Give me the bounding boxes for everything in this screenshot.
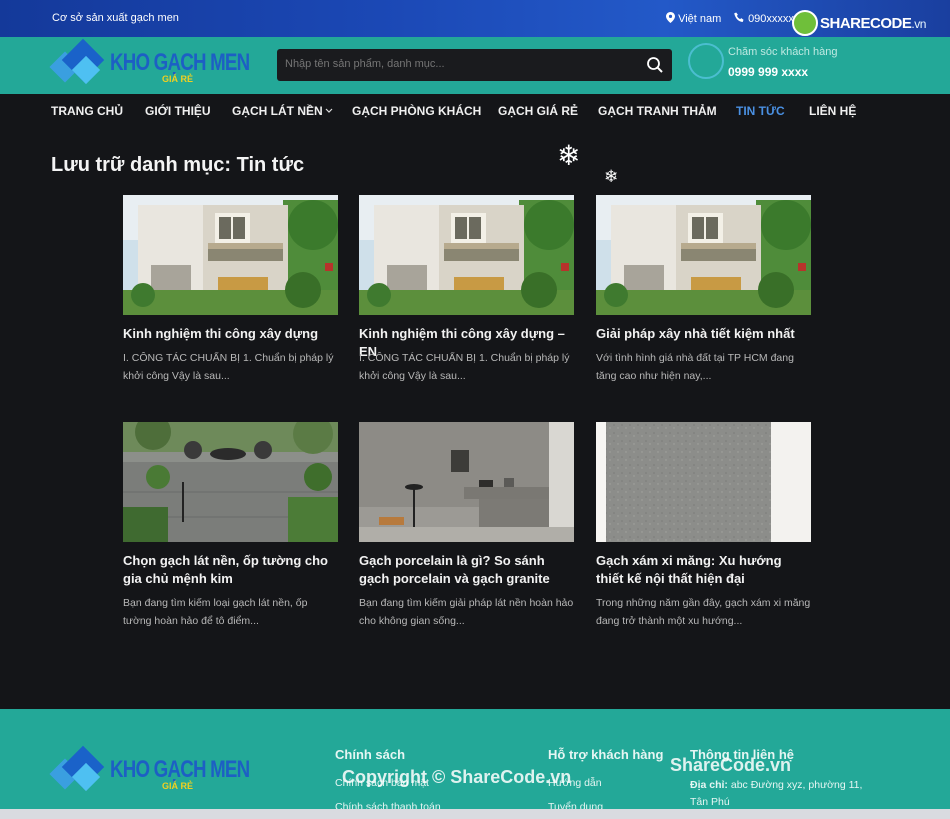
phone-icon (734, 12, 744, 22)
nav-item-contact[interactable]: LIÊN HỆ (809, 104, 856, 118)
nav-item-living-room-tiles[interactable]: GẠCH PHÒNG KHÁCH (352, 104, 481, 118)
house-icon[interactable] (359, 195, 574, 315)
footer-address-label: Địa chỉ: (690, 779, 728, 791)
post-title[interactable]: Gạch porcelain là gì? So sánh gạch porce… (359, 552, 574, 588)
customer-care-label: Chăm sóc khách hàng (728, 46, 838, 58)
customer-care-icon (688, 43, 724, 79)
nav-item-carpet-tiles[interactable]: GẠCH TRANH THẢM (598, 104, 717, 118)
search-bar (277, 49, 672, 81)
patio-icon[interactable] (123, 422, 338, 542)
search-icon (647, 57, 663, 73)
house-icon[interactable] (123, 195, 338, 315)
post-title[interactable]: Gạch xám xi măng: Xu hướng thiết kế nội … (596, 552, 811, 588)
language-link[interactable]: Việt nam (666, 12, 721, 25)
nav-item-home[interactable]: TRANG CHỦ (51, 104, 123, 118)
nav-item-label: GẠCH LÁT NỀN (232, 104, 323, 118)
post-title[interactable]: Giải pháp xây nhà tiết kiệm nhất (596, 325, 811, 343)
main-nav: TRANG CHỦ GIỚI THIỆU GẠCH LÁT NỀN GẠCH P… (0, 94, 950, 130)
watermark-domain: .vn (911, 17, 926, 31)
post-card[interactable]: Gạch porcelain là gì? So sánh gạch porce… (359, 422, 574, 632)
page-title: Lưu trữ danh mục: Tin tức (51, 154, 305, 176)
post-excerpt: Bạn đang tìm kiếm loại gạch lát nền, ốp … (123, 597, 308, 627)
snowflake-icon: ❄ (557, 140, 581, 171)
logo-subtext: GIÁ RẺ (162, 74, 194, 84)
site-header: KHO GẠCH MEN GIÁ RẺ Chăm sóc khách hàng … (0, 37, 950, 94)
post-excerpt: I. CÔNG TÁC CHUẨN BỊ 1. Chuẩn bị pháp lý… (359, 352, 570, 382)
top-bar: Cơ sở sản xuất gạch men Việt nam 090xxxx… (0, 0, 950, 37)
post-title[interactable]: Kinh nghiệm thi công xây dựng (123, 325, 338, 343)
post-excerpt: Bạn đang tìm kiếm giải pháp lát nền hoàn… (359, 597, 574, 627)
location-pin-icon (666, 12, 675, 23)
footer-logo-text: KHO GẠCH MEN (110, 756, 250, 783)
sharecode-logo-icon (792, 10, 818, 36)
post-card[interactable]: Gạch xám xi măng: Xu hướng thiết kế nội … (596, 422, 811, 632)
search-input[interactable] (285, 58, 625, 70)
search-button[interactable] (644, 54, 666, 76)
post-card[interactable]: Chọn gạch lát nền, ốp tường cho gia chủ … (123, 422, 338, 632)
footer-support-title: Hỗ trợ khách hàng (548, 747, 664, 762)
post-excerpt: Trong những năm gần đây, gạch xám xi măn… (596, 597, 811, 627)
tile-icon[interactable] (596, 422, 811, 542)
copyright-watermark: Copyright © ShareCode.vn (342, 767, 572, 787)
bathroom-icon[interactable] (359, 422, 574, 542)
nav-item-floor-tiles[interactable]: GẠCH LÁT NỀN (232, 104, 333, 118)
customer-care-phone[interactable]: 0999 999 xxxx (728, 65, 808, 79)
sharecode-watermark: SHARECODE.vn (792, 10, 942, 36)
post-excerpt: I. CÔNG TÁC CHUẨN BỊ 1. Chuẩn bị pháp lý… (123, 352, 334, 382)
chevron-down-icon (325, 108, 333, 113)
post-card[interactable]: Giải pháp xây nhà tiết kiệm nhất Với tìn… (596, 195, 811, 395)
post-title[interactable]: Chọn gạch lát nền, ốp tường cho gia chủ … (123, 552, 338, 588)
topbar-phone-label: 090xxxxx (748, 13, 794, 25)
nav-item-news[interactable]: TIN TỨC (736, 104, 785, 118)
logo-text: KHO GẠCH MEN (110, 49, 250, 76)
snowflake-icon: ❄ (604, 167, 619, 186)
site-footer: KHO GẠCH MEN GIÁ RẺ Chính sách Chính sác… (0, 709, 950, 819)
language-label: Việt nam (678, 13, 722, 25)
browser-bottom-strip (0, 809, 950, 819)
footer-policy-title: Chính sách (335, 747, 406, 762)
nav-item-about[interactable]: GIỚI THIỆU (145, 104, 211, 118)
footer-logo-subtext: GIÁ RẺ (162, 781, 194, 791)
footer-address: Địa chỉ: abc Đường xyz, phường 11, Tân P… (690, 777, 880, 811)
house-icon[interactable] (596, 195, 811, 315)
post-excerpt: Với tình hình giá nhà đất tại TP HCM đan… (596, 352, 794, 382)
topbar-phone[interactable]: 090xxxxx (734, 12, 794, 25)
post-card[interactable]: Kinh nghiệm thi công xây dựng – EN I. CÔ… (359, 195, 574, 395)
watermark-brand: SHARECODE (820, 15, 912, 32)
nav-item-cheap-tiles[interactable]: GẠCH GIÁ RẺ (498, 104, 578, 118)
slogan-text: Cơ sở sản xuất gạch men (52, 12, 179, 24)
sharecode-watermark-text: ShareCode.vn (670, 755, 792, 775)
footer-logo[interactable]: KHO GẠCH MEN GIÁ RẺ (49, 745, 250, 795)
post-card[interactable]: Kinh nghiệm thi công xây dựng I. CÔNG TÁ… (123, 195, 338, 395)
site-logo[interactable]: KHO GẠCH MEN GIÁ RẺ (49, 38, 250, 88)
